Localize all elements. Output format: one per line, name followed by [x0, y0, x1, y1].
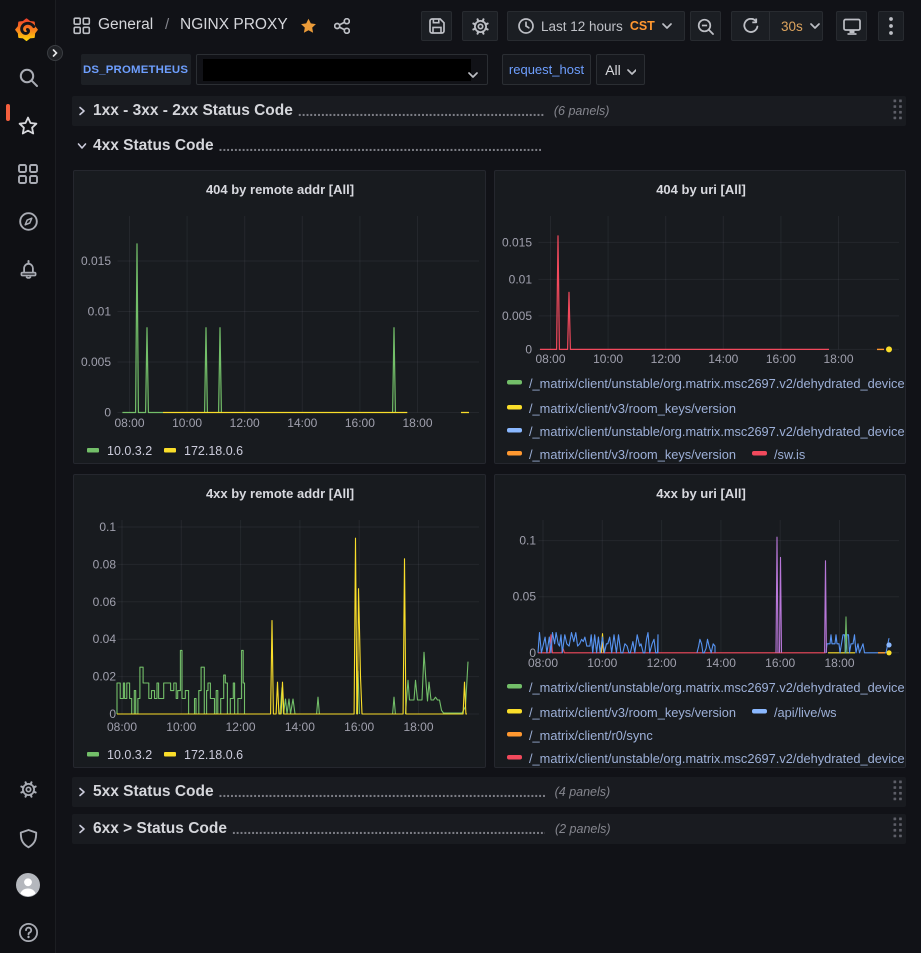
- svg-text:16:00: 16:00: [765, 656, 795, 670]
- svg-text:0: 0: [109, 707, 116, 721]
- svg-text:08:00: 08:00: [528, 656, 558, 670]
- svg-text:404 by remote addr [All]: 404 by remote addr [All]: [206, 182, 354, 197]
- svg-text:172.18.0.6: 172.18.0.6: [184, 748, 243, 762]
- svg-text:18:00: 18:00: [403, 720, 433, 734]
- svg-text:14:00: 14:00: [285, 720, 315, 734]
- svg-text:18:00: 18:00: [823, 352, 853, 366]
- svg-text:0.01: 0.01: [88, 305, 112, 319]
- svg-text:18:00: 18:00: [402, 416, 432, 430]
- svg-text:/_matrix/client/unstable/org.m: /_matrix/client/unstable/org.matrix.msc2…: [529, 751, 905, 766]
- svg-text:08:00: 08:00: [114, 416, 144, 430]
- svg-text:/_matrix/client/v3/room_keys/v: /_matrix/client/v3/room_keys/version: [529, 447, 736, 462]
- svg-text:0.01: 0.01: [509, 272, 533, 286]
- svg-text:0.08: 0.08: [93, 557, 117, 571]
- svg-text:0.04: 0.04: [93, 632, 117, 646]
- svg-text:12:00: 12:00: [226, 720, 256, 734]
- svg-text:14:00: 14:00: [706, 656, 736, 670]
- svg-text:0.06: 0.06: [93, 595, 117, 609]
- svg-text:0.1: 0.1: [99, 520, 116, 534]
- svg-text:16:00: 16:00: [345, 416, 375, 430]
- svg-text:404 by uri [All]: 404 by uri [All]: [656, 182, 746, 197]
- svg-text:08:00: 08:00: [535, 352, 565, 366]
- svg-text:0.005: 0.005: [502, 309, 532, 323]
- svg-text:0.005: 0.005: [81, 355, 111, 369]
- svg-text:/_matrix/client/v3/room_keys/v: /_matrix/client/v3/room_keys/version: [529, 705, 736, 720]
- svg-text:18:00: 18:00: [824, 656, 854, 670]
- svg-text:0: 0: [525, 342, 532, 356]
- svg-text:/sw.is: /sw.is: [774, 447, 805, 462]
- svg-text:/_matrix/client/v3/room_keys/v: /_matrix/client/v3/room_keys/version: [529, 401, 736, 416]
- svg-text:0.02: 0.02: [93, 670, 117, 684]
- svg-text:0.015: 0.015: [81, 254, 111, 268]
- svg-text:/_matrix/client/r0/sync: /_matrix/client/r0/sync: [529, 728, 653, 743]
- svg-text:0.015: 0.015: [502, 235, 532, 249]
- svg-text:10.0.3.2: 10.0.3.2: [107, 748, 152, 762]
- svg-text:0: 0: [104, 406, 111, 420]
- svg-text:10:00: 10:00: [166, 720, 196, 734]
- svg-text:/_matrix/client/unstable/org.m: /_matrix/client/unstable/org.matrix.msc2…: [529, 424, 905, 439]
- svg-text:16:00: 16:00: [344, 720, 374, 734]
- svg-text:/_matrix/client/unstable/org.m: /_matrix/client/unstable/org.matrix.msc2…: [529, 376, 905, 391]
- svg-text:0.05: 0.05: [513, 590, 537, 604]
- svg-text:14:00: 14:00: [708, 352, 738, 366]
- svg-text:4xx by uri [All]: 4xx by uri [All]: [656, 486, 746, 501]
- svg-text:16:00: 16:00: [766, 352, 796, 366]
- svg-text:172.18.0.6: 172.18.0.6: [184, 444, 243, 458]
- svg-text:10.0.3.2: 10.0.3.2: [107, 444, 152, 458]
- svg-text:/_matrix/client/unstable/org.m: /_matrix/client/unstable/org.matrix.msc2…: [529, 680, 905, 695]
- svg-text:12:00: 12:00: [230, 416, 260, 430]
- svg-text:/api/live/ws: /api/live/ws: [774, 705, 837, 720]
- svg-text:12:00: 12:00: [647, 656, 677, 670]
- svg-text:0.1: 0.1: [519, 534, 536, 548]
- svg-text:10:00: 10:00: [587, 656, 617, 670]
- svg-text:12:00: 12:00: [651, 352, 681, 366]
- svg-text:4xx by remote addr [All]: 4xx by remote addr [All]: [206, 486, 354, 501]
- svg-text:14:00: 14:00: [287, 416, 317, 430]
- svg-text:10:00: 10:00: [593, 352, 623, 366]
- svg-text:08:00: 08:00: [107, 720, 137, 734]
- svg-text:10:00: 10:00: [172, 416, 202, 430]
